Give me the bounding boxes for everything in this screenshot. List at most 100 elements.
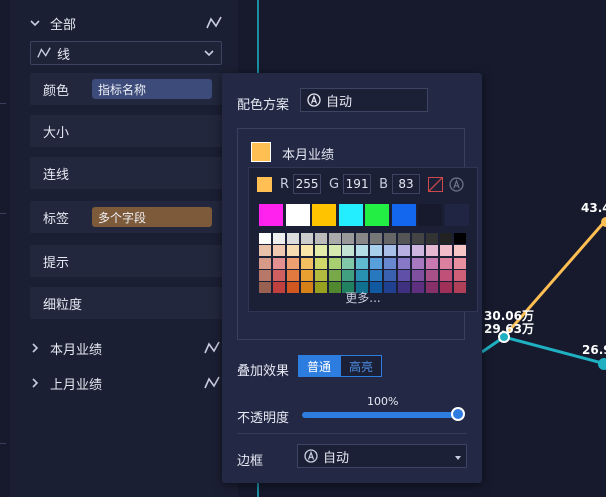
color-scheme-select[interactable]: 自动 (300, 88, 428, 112)
marks-panel: 全部 线 颜色 指标名称 大小 连线 标签 多个字段 提示 细粒度 本月业绩 上… (0, 0, 238, 497)
prop-color[interactable]: 颜色 指标名称 (30, 73, 224, 105)
color-swatch[interactable] (398, 269, 410, 281)
color-swatch[interactable] (259, 204, 283, 226)
color-swatch[interactable] (328, 245, 341, 257)
series-row-previous[interactable]: 上月业绩 (30, 372, 224, 394)
color-swatch[interactable] (391, 204, 416, 226)
color-swatch[interactable] (286, 233, 299, 244)
series-row-current[interactable]: 本月业绩 (30, 337, 224, 359)
color-swatch[interactable] (453, 233, 466, 244)
color-swatch[interactable] (342, 257, 355, 269)
color-swatch[interactable] (328, 233, 341, 244)
auto-color-icon[interactable] (449, 176, 464, 192)
color-swatch[interactable] (439, 257, 452, 269)
color-swatch[interactable] (314, 233, 327, 244)
field-chip[interactable]: 指标名称 (92, 79, 212, 99)
prop-label: 标签 (43, 211, 70, 227)
prop-label-field[interactable]: 标签 多个字段 (30, 201, 224, 233)
color-swatch[interactable] (300, 233, 313, 244)
color-swatch[interactable] (342, 269, 355, 281)
color-swatch[interactable] (411, 257, 424, 269)
color-swatch[interactable] (285, 204, 310, 226)
color-swatch[interactable] (425, 233, 438, 244)
opacity-slider-handle[interactable] (451, 407, 465, 421)
color-swatch[interactable] (272, 269, 285, 281)
color-swatch[interactable] (384, 233, 397, 244)
more-colors-link[interactable]: 更多... (249, 289, 477, 306)
data-label: 26.9 (582, 343, 606, 357)
color-swatch[interactable] (259, 257, 271, 269)
color-swatch[interactable] (384, 269, 397, 281)
b-input[interactable]: 83 (392, 174, 421, 194)
color-swatch[interactable] (398, 245, 410, 257)
color-swatch[interactable] (411, 233, 424, 244)
color-swatch[interactable] (365, 204, 389, 226)
opacity-slider-track[interactable] (302, 412, 460, 418)
color-swatch[interactable] (300, 269, 313, 281)
color-swatch[interactable] (356, 257, 369, 269)
color-swatch[interactable] (272, 257, 285, 269)
color-swatch[interactable] (300, 245, 313, 257)
color-swatch[interactable] (439, 245, 452, 257)
color-swatch[interactable] (356, 233, 369, 244)
color-swatch[interactable] (453, 257, 466, 269)
color-swatch[interactable] (411, 269, 424, 281)
all-marks-header[interactable]: 全部 (30, 12, 226, 34)
color-swatch[interactable] (314, 269, 327, 281)
color-swatch[interactable] (300, 257, 313, 269)
color-swatch[interactable] (286, 257, 299, 269)
color-swatch[interactable] (384, 257, 397, 269)
prop-connect[interactable]: 连线 (30, 157, 224, 189)
blend-highlight-button[interactable]: 高亮 (340, 355, 382, 377)
color-swatch[interactable] (356, 269, 369, 281)
color-swatch[interactable] (259, 245, 271, 257)
prop-size[interactable]: 大小 (30, 115, 224, 147)
color-swatch[interactable] (314, 245, 327, 257)
g-input[interactable]: 191 (343, 174, 372, 194)
color-swatch[interactable] (370, 257, 383, 269)
color-swatch[interactable] (286, 245, 299, 257)
border-select[interactable]: 自动 (297, 444, 467, 468)
color-swatch[interactable] (286, 269, 299, 281)
color-swatch[interactable] (370, 245, 383, 257)
color-swatch[interactable] (453, 245, 466, 257)
color-swatch[interactable] (342, 233, 355, 244)
color-swatch[interactable] (411, 245, 424, 257)
prop-label: 提示 (43, 255, 70, 271)
color-swatch[interactable] (370, 269, 383, 281)
field-chip[interactable]: 多个字段 (92, 207, 212, 227)
r-input[interactable]: 255 (293, 174, 322, 194)
color-swatch[interactable] (370, 233, 383, 244)
color-swatch[interactable] (259, 233, 271, 244)
prop-tooltip[interactable]: 提示 (30, 245, 224, 277)
color-swatch[interactable] (328, 269, 341, 281)
color-swatch[interactable] (342, 245, 355, 257)
color-swatch[interactable] (328, 257, 341, 269)
color-swatch[interactable] (398, 233, 410, 244)
color-swatch[interactable] (425, 245, 438, 257)
border-value: 自动 (323, 450, 350, 466)
no-color-icon (429, 177, 443, 191)
prop-granularity[interactable]: 细粒度 (30, 287, 224, 319)
blend-normal-button[interactable]: 普通 (298, 355, 340, 377)
color-swatch[interactable] (425, 269, 438, 281)
color-swatch[interactable] (439, 233, 452, 244)
color-swatch[interactable] (314, 257, 327, 269)
no-color-button[interactable] (428, 176, 444, 192)
color-swatch[interactable] (425, 257, 438, 269)
color-swatch[interactable] (312, 204, 336, 226)
color-swatch[interactable] (384, 245, 397, 257)
color-swatch[interactable] (444, 204, 469, 226)
color-swatch[interactable] (418, 204, 442, 226)
color-swatch[interactable] (356, 245, 369, 257)
color-swatch[interactable] (272, 233, 285, 244)
color-swatch[interactable] (272, 245, 285, 257)
color-swatch[interactable] (338, 204, 363, 226)
color-swatch[interactable] (453, 269, 466, 281)
color-swatch[interactable] (398, 257, 410, 269)
series-color-swatch[interactable] (251, 142, 271, 162)
prop-label: 细粒度 (43, 297, 83, 313)
color-swatch[interactable] (439, 269, 452, 281)
mark-type-select[interactable]: 线 (30, 41, 222, 65)
color-swatch[interactable] (259, 269, 271, 281)
